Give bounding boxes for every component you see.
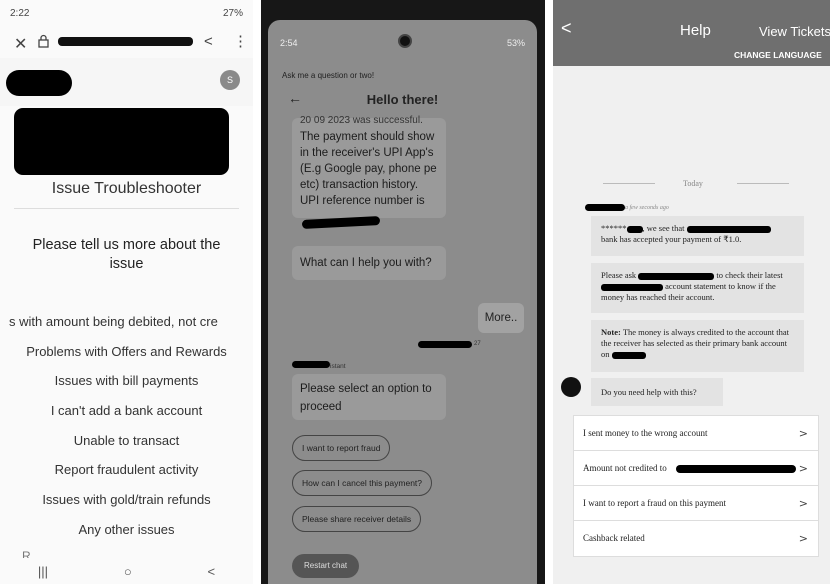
bot-message: ****** , we see that bank has accepted yo… [591,216,804,256]
redaction [638,272,715,280]
option-report-fraud[interactable]: I want to report a fraud on this payment… [574,486,818,521]
issue-item-debited[interactable]: s with amount being debited, not cre [0,314,253,344]
cut-off-text: 20 09 2023 was successful. [300,115,423,126]
redaction [686,225,771,233]
share-icon[interactable]: < [204,33,213,50]
redacted-url[interactable] [58,37,193,46]
redacted-brand [6,70,72,96]
note-label: Note: [601,327,621,337]
change-language-link[interactable]: CHANGE LANGUAGE [734,50,822,60]
system-nav-bar: ||| ○ < [0,558,253,584]
close-icon[interactable]: ✕ [14,34,27,54]
page-title: Help [680,22,711,39]
redacted-logo [14,108,229,175]
status-time: 2:22 [10,8,30,19]
redacted-assistant-name [292,361,330,368]
date-separator: Today [683,179,703,188]
bot-message: 20 09 2023 was successful. The payment s… [292,115,446,218]
home-icon[interactable]: ○ [124,564,132,579]
message-timestamp: a few seconds ago [625,205,669,211]
chat-screen: 2:54 53% Ask me a question or two! ← Hel… [261,0,545,584]
option-cashback[interactable]: Cashback related > [574,521,818,556]
bot-message: Note: The money is always credited to th… [591,320,804,372]
recents-icon[interactable]: ||| [38,564,48,579]
chevron-right-icon: > [798,427,808,440]
assistant-label: istant [330,363,346,370]
more-menu-icon[interactable]: ⋮ [233,32,248,50]
issue-item-bill-payments[interactable]: Issues with bill payments [0,373,253,403]
option-amount-not-credited[interactable]: Amount not credited to > [574,451,818,486]
message-time: 27 [474,341,481,347]
option-cancel-payment[interactable]: How can I cancel this payment? [292,470,433,496]
view-tickets-link[interactable]: View Tickets [759,24,830,39]
issue-item-offers[interactable]: Problems with Offers and Rewards [0,344,253,374]
battery-level: 53% [506,38,525,48]
chevron-right-icon: > [798,532,808,545]
chat-hint: Ask me a question or two! [282,71,375,80]
message-text: , we see that [642,223,685,233]
divider [737,183,789,184]
phone-screen: 2:54 53% Ask me a question or two! ← Hel… [268,20,537,584]
redaction [676,465,796,473]
status-bar: 2:22 27% [10,8,243,19]
masked-name: ****** [601,223,627,233]
chevron-right-icon: > [798,462,808,475]
bot-message: Please select an option to proceed [292,374,446,420]
issue-item-unable-transact[interactable]: Unable to transact [0,433,253,463]
back-icon[interactable]: < [207,564,215,579]
user-message: More.. [478,303,524,333]
redaction [626,225,643,233]
page-title: Issue Troubleshooter [51,180,202,197]
message-text: bank has accepted your payment of ₹1.0. [601,234,742,244]
lock-icon [38,34,49,48]
issue-item-fraud[interactable]: Report fraudulent activity [0,462,253,492]
status-time: 2:54 [280,38,298,48]
redacted-agent-name [585,204,625,211]
browser-url-bar: ✕ < ⋮ [0,30,253,58]
option-receiver-details[interactable]: Please share receiver details [292,506,422,532]
option-label: I want to report a fraud on this payment [583,498,726,508]
divider [14,208,239,209]
divider [603,183,655,184]
help-screen: < Help View Tickets CHANGE LANGUAGE Toda… [553,0,830,584]
issue-prompt: Please tell us more about the issue [32,237,221,272]
battery-level: 27% [222,8,243,19]
bot-message: What can I help you with? [292,246,446,280]
message-text: to check their latest [716,270,783,280]
chat-header-title: Hello there! [366,92,439,107]
bot-message: Do you need help with this? [591,378,723,406]
option-label: I sent money to the wrong account [583,428,708,438]
option-label: Amount not credited to [583,463,667,473]
avatar[interactable]: S [220,70,240,90]
option-label: Cashback related [583,533,645,543]
bot-message: Please ask to check their latest account… [591,263,804,313]
issue-item-add-bank[interactable]: I can't add a bank account [0,403,253,433]
camera-cutout [398,34,412,48]
redaction [611,351,646,359]
help-options-list: I sent money to the wrong account > Amou… [573,415,819,557]
app-bar: < Help View Tickets CHANGE LANGUAGE [553,0,830,66]
message-text: The payment should show in the receiver'… [300,131,437,207]
redacted-sender [418,341,472,348]
issue-list: s with amount being debited, not cre Pro… [0,314,253,552]
message-text: Please ask [601,270,637,280]
issue-troubleshooter-screen: 2:22 27% ✕ < ⋮ S Issue Troubleshooter Pl… [0,0,253,584]
issue-item-refunds[interactable]: Issues with gold/train refunds [0,492,253,522]
redaction [601,283,663,291]
issue-item-other[interactable]: Any other issues [0,522,253,552]
bot-avatar [561,377,581,397]
restart-chat-button[interactable]: Restart chat [292,554,360,578]
back-chevron-icon[interactable]: < [561,18,572,39]
option-wrong-account[interactable]: I sent money to the wrong account > [574,416,818,451]
option-report-fraud[interactable]: I want to report fraud [292,435,391,461]
chevron-right-icon: > [798,497,808,510]
